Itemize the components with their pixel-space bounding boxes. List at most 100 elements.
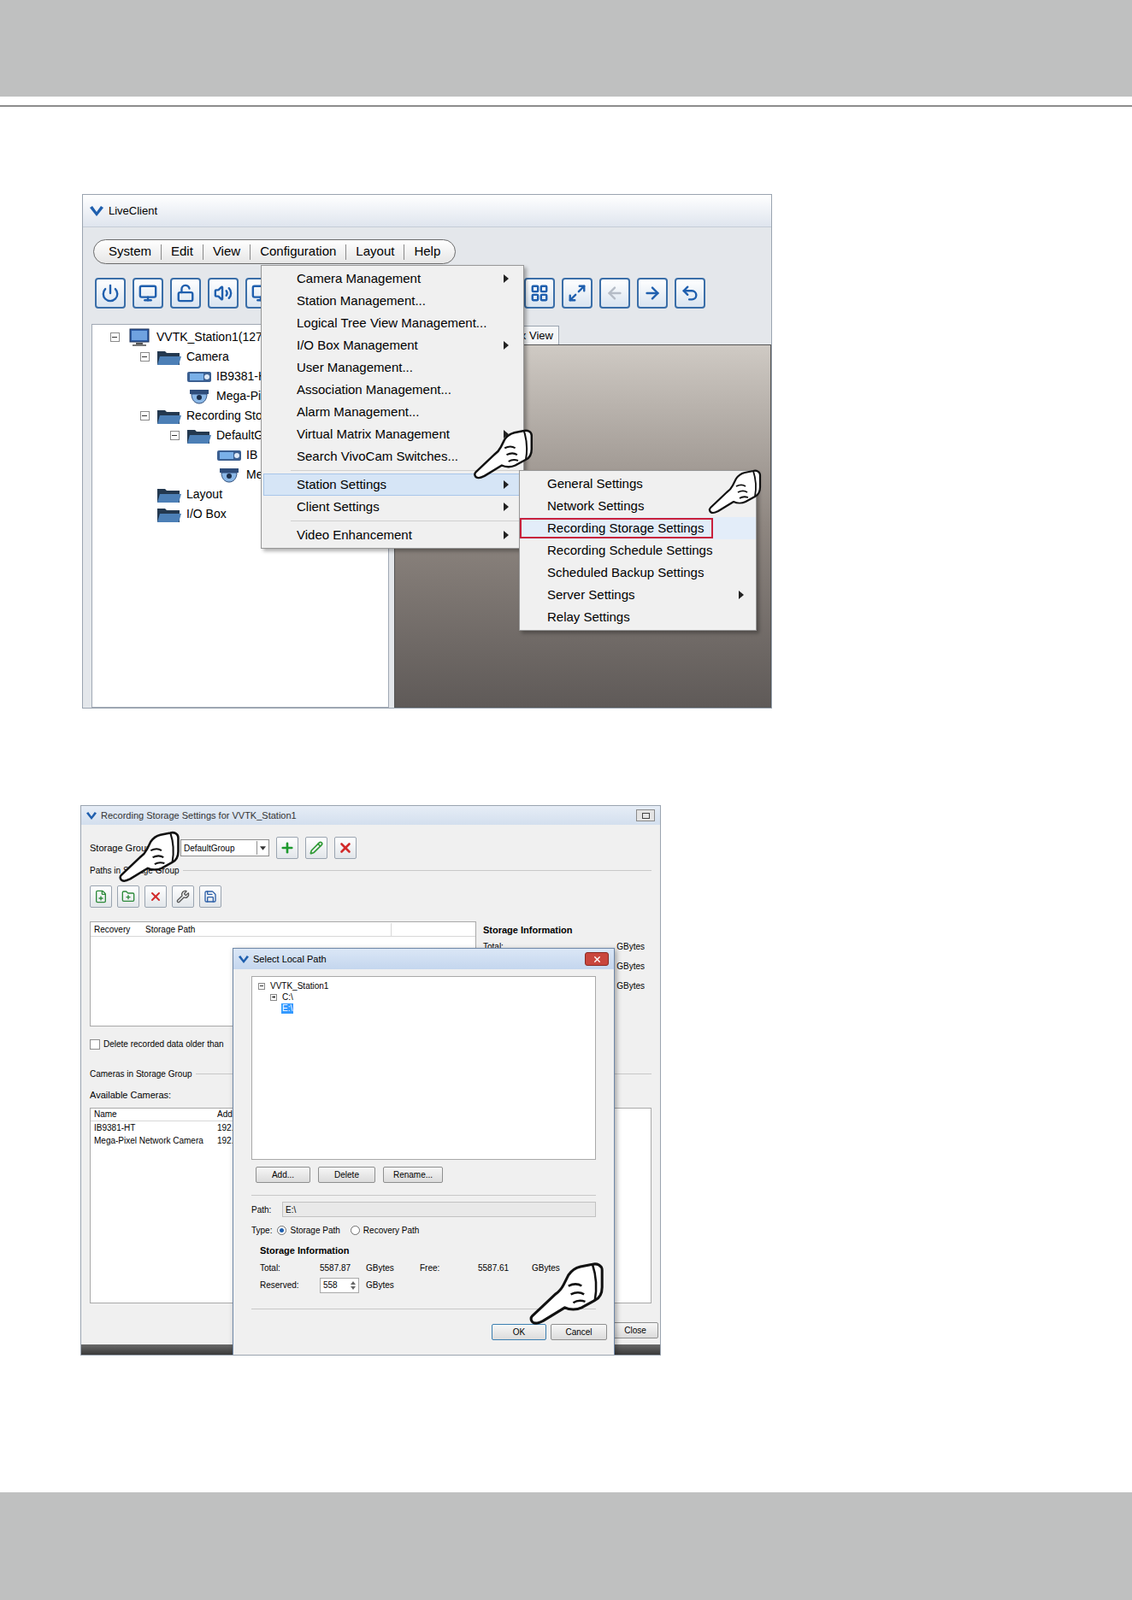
dialog-button[interactable]: OK xyxy=(491,1324,547,1341)
menu-bar-item[interactable]: View xyxy=(203,241,250,262)
path-tools-button[interactable] xyxy=(171,885,195,908)
dialog-button[interactable]: Rename... xyxy=(383,1167,443,1184)
toolbar-icon xyxy=(680,283,700,303)
close-icon xyxy=(592,955,602,965)
menu-item[interactable]: Camera Management xyxy=(263,267,522,290)
type-radio[interactable]: Storage Path xyxy=(277,1224,340,1238)
tree-toggle[interactable] xyxy=(140,411,150,421)
toolbar-button[interactable] xyxy=(94,277,126,309)
submenu-item[interactable]: Recording Schedule Settings xyxy=(519,539,756,562)
folder-icon xyxy=(156,407,183,425)
edit-group-button[interactable] xyxy=(305,837,328,860)
toolbar-button[interactable] xyxy=(132,277,164,309)
toolbar-button[interactable] xyxy=(524,277,555,309)
add-path-icon xyxy=(94,890,108,904)
submenu-item[interactable]: Scheduled Backup Settings xyxy=(519,561,756,584)
tree-toggle[interactable] xyxy=(258,983,266,991)
tree-toggle[interactable] xyxy=(270,994,278,1002)
toolbar-button[interactable] xyxy=(561,277,593,309)
tree-toggle[interactable] xyxy=(140,352,150,362)
submenu-item[interactable]: General Settings xyxy=(519,472,756,496)
menu-item[interactable]: Station Management... xyxy=(263,289,522,313)
menu-bar-item[interactable]: Configuration xyxy=(250,241,346,262)
menu-bar-item[interactable]: Edit xyxy=(161,241,203,262)
tree-toggle[interactable] xyxy=(110,332,120,342)
configuration-menu: Camera ManagementStation Management...Lo… xyxy=(260,265,525,549)
folder-icon xyxy=(186,427,213,445)
tree-toggle[interactable] xyxy=(170,430,180,441)
pointer-hand-icon xyxy=(527,1261,605,1327)
save-paths-button[interactable] xyxy=(199,885,222,908)
window-title: LiveClient xyxy=(108,202,158,220)
dome-camera-icon xyxy=(186,388,213,406)
submenu-item[interactable]: Server Settings xyxy=(519,583,756,607)
delete-path-button[interactable] xyxy=(144,885,167,908)
submenu-arrow-icon xyxy=(738,590,744,600)
tree-item[interactable]: C:\ xyxy=(252,991,596,1003)
menu-item[interactable]: Association Management... xyxy=(263,378,522,401)
add-recovery-path-button[interactable] xyxy=(117,885,140,908)
toolbar-icon xyxy=(605,283,625,303)
dialog-button[interactable]: Close xyxy=(612,1322,659,1339)
station-settings-submenu: General SettingsNetwork SettingsRecordin… xyxy=(518,470,757,631)
toolbar-button[interactable] xyxy=(599,277,631,309)
toolbar-icon xyxy=(642,283,662,303)
folder-icon xyxy=(156,506,183,524)
tree-item[interactable]: VVTK_Station1 xyxy=(252,980,596,992)
tree-item[interactable]: E:\ xyxy=(252,1002,596,1015)
plus-icon xyxy=(279,840,295,856)
reserved-spinner[interactable]: 558 xyxy=(319,1278,360,1294)
dropdown-arrow-icon xyxy=(259,846,266,851)
submenu-arrow-icon xyxy=(503,341,509,350)
submenu-arrow-icon xyxy=(503,530,509,540)
menu-item[interactable]: Logical Tree View Management... xyxy=(263,312,522,335)
close-button[interactable] xyxy=(584,952,609,967)
submenu-item[interactable]: Recording Storage Settings xyxy=(519,517,756,540)
add-group-button[interactable] xyxy=(276,837,299,860)
add-storage-path-button[interactable] xyxy=(89,885,113,908)
toolbar-button[interactable] xyxy=(207,277,239,309)
page-footer-band xyxy=(0,1492,1132,1600)
menu-item[interactable]: Video Enhancement xyxy=(263,524,522,547)
header-rule xyxy=(0,105,1132,107)
type-radio[interactable]: Recovery Path xyxy=(350,1224,420,1238)
wrench-icon xyxy=(176,890,190,904)
path-field[interactable]: E:\ xyxy=(282,1202,596,1218)
delete-group-button[interactable] xyxy=(334,837,357,860)
menu-item[interactable]: User Management... xyxy=(263,356,522,379)
path-tree: VVTK_Station1C:\E:\ xyxy=(251,976,596,1161)
menu-item[interactable]: I/O Box Management xyxy=(263,334,522,357)
submenu-item[interactable]: Relay Settings xyxy=(519,606,756,629)
dome-camera-icon xyxy=(216,466,242,484)
dialog-button[interactable]: Cancel xyxy=(550,1324,608,1341)
menu-bar-item[interactable]: Help xyxy=(404,241,450,262)
pencil-icon xyxy=(309,841,324,855)
folder-icon xyxy=(156,348,183,366)
maximize-button[interactable] xyxy=(636,809,655,822)
menu-bar-item[interactable]: Layout xyxy=(346,241,404,262)
menu-bar-item[interactable]: System xyxy=(99,241,161,262)
dialog-title-bar: Select Local Path xyxy=(233,949,614,970)
menu-item[interactable]: Client Settings xyxy=(263,495,522,519)
liveclient-screenshot: LiveClient SystemEditViewConfigurationLay… xyxy=(82,194,773,709)
submenu-arrow-icon xyxy=(503,274,509,283)
menu-item[interactable]: Alarm Management... xyxy=(263,400,522,424)
toolbar-button[interactable] xyxy=(674,277,706,309)
delete-icon xyxy=(337,840,354,856)
title-bar: Recording Storage Settings for VVTK_Stat… xyxy=(81,806,661,826)
app-logo-icon xyxy=(86,812,97,820)
dialog-button[interactable]: Delete xyxy=(318,1167,376,1184)
page-header-band xyxy=(0,0,1132,97)
submenu-arrow-icon xyxy=(503,480,509,490)
storage-group-select[interactable]: DefaultGroup xyxy=(180,839,270,857)
toolbar-icon xyxy=(100,283,120,303)
menu-item[interactable]: Virtual Matrix Management xyxy=(263,423,522,446)
toolbar-button[interactable] xyxy=(170,277,201,309)
title-bar: LiveClient xyxy=(82,194,772,228)
toolbar-icon xyxy=(530,283,549,303)
dialog-button[interactable]: Add... xyxy=(255,1167,311,1184)
pointer-hand-icon xyxy=(705,468,764,515)
toolbar-button[interactable] xyxy=(636,277,668,309)
camera-icon xyxy=(186,370,213,384)
app-logo-icon xyxy=(238,955,249,964)
